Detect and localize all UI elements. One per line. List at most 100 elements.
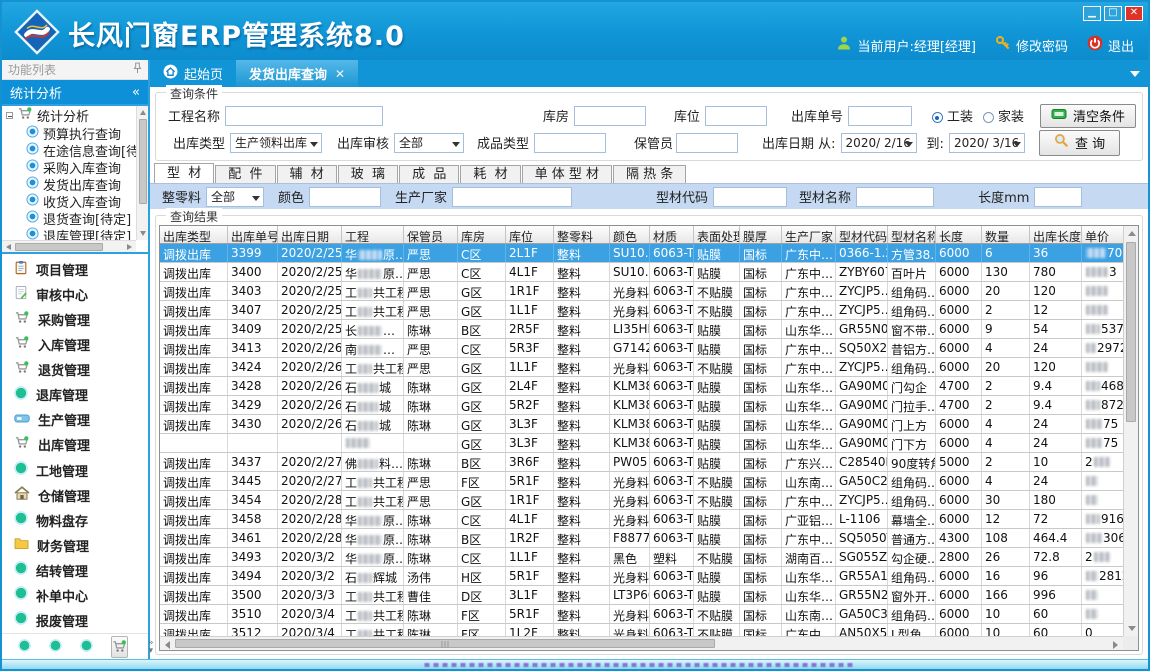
column-header-11[interactable]: 膜厚 [740,226,782,243]
tab-close-icon[interactable]: ✕ [335,67,345,81]
out-type-select[interactable]: 生产领料出库 [230,133,322,153]
column-header-2[interactable]: 出库日期 [278,226,342,243]
cart-toolbar-button[interactable] [111,636,128,658]
material-tab-0[interactable]: 型 材 [154,163,214,183]
table-row[interactable]: 调拨出库34032020/2/25工共工程严思G区1R1F整料光身料6063-T… [160,282,1123,301]
table-row[interactable]: 调拨出库35122020/3/4工共工程陈琳F区1L2F整料光身料6063-T5… [160,624,1123,636]
sidebar-module-11[interactable]: 财务管理 [14,536,148,555]
table-row[interactable]: 调拨出库34942020/3/2石辉城汤伟H区5R1F整料光身料6063-T5贴… [160,567,1123,586]
material-tab-6[interactable]: 单 体 型 材 [522,165,612,183]
sidebar-module-3[interactable]: 入库管理 [14,335,148,354]
product-type-input[interactable] [534,133,606,153]
sidebar-module-1[interactable]: 审核中心 [14,285,148,304]
order-no-input[interactable] [848,106,912,126]
column-header-10[interactable]: 表面处理 [694,226,740,243]
collapse-icon[interactable]: « [132,85,140,100]
column-header-4[interactable]: 保管员 [404,226,458,243]
date-from-select[interactable]: 2020/ 2/16 [841,133,917,153]
sidebar-module-13[interactable]: 补单中心 [14,586,148,605]
profile-code-input[interactable] [713,187,787,207]
tree-item-6[interactable]: 退库管理[待定] [2,227,136,240]
tree-vertical-scrollbar[interactable] [136,106,148,240]
sidebar-module-8[interactable]: 工地管理 [14,461,148,480]
column-header-18[interactable]: 单价 [1082,226,1123,243]
green-dot-icon[interactable] [49,637,62,656]
tree-item-0[interactable]: 预算执行查询 [2,125,136,142]
table-row[interactable]: 调拨出库34282020/2/26石城陈琳G区2L4F整料KLM38176063… [160,377,1123,396]
table-row[interactable]: 调拨出库34072020/2/25工共工程严思G区1L1F整料光身料6063-T… [160,301,1123,320]
change-password-button[interactable]: 修改密码 [995,35,1068,55]
table-row[interactable]: 调拨出库34372020/2/27佛料…陈琳B区3R6F整料PW056063-T… [160,453,1123,472]
sidebar-module-9[interactable]: 仓储管理 [14,486,148,505]
tree-item-3[interactable]: 发货出库查询 [2,176,136,193]
clear-conditions-button[interactable]: 清空条件 [1040,104,1136,128]
sidebar-module-0[interactable]: 项目管理 [14,260,148,279]
tree-horizontal-scrollbar[interactable] [2,240,136,252]
column-header-5[interactable]: 库房 [458,226,506,243]
warehouse-input[interactable] [574,106,646,126]
project-name-input[interactable] [225,106,383,126]
sidebar-module-12[interactable]: 结转管理 [14,561,148,580]
sidebar-module-6[interactable]: 生产管理 [14,410,148,429]
table-row[interactable]: 调拨出库34582020/2/28华原…陈琳C区4L1F整料光身料6063-T5… [160,510,1123,529]
column-header-3[interactable]: 工程 [342,226,404,243]
table-row[interactable]: 调拨出库34542020/2/28工共工程严思G区1R1F整料光身料6063-T… [160,491,1123,510]
column-header-14[interactable]: 型材名称 [888,226,936,243]
tree-item-4[interactable]: 收货入库查询 [2,193,136,210]
location-input[interactable] [705,106,767,126]
material-tab-4[interactable]: 成 品 [399,165,459,183]
column-header-15[interactable]: 长度 [936,226,982,243]
column-header-17[interactable]: 出库长度 [1030,226,1082,243]
keeper-input[interactable] [676,133,738,153]
search-button[interactable]: 查 询 [1039,130,1120,156]
table-vertical-scrollbar[interactable] [1123,226,1138,636]
material-tab-3[interactable]: 玻 璃 [338,165,398,183]
minimize-icon[interactable]: ▁ [1083,6,1101,21]
tree-item-2[interactable]: 采购入库查询 [2,159,136,176]
table-row[interactable]: 调拨出库35002020/3/3工共工程曹佳D区3L1F整料LT3P606063… [160,586,1123,605]
sidebar-module-4[interactable]: 退货管理 [14,360,148,379]
column-header-1[interactable]: 出库单号 [228,226,278,243]
sidebar-module-2[interactable]: 采购管理 [14,310,148,329]
table-row[interactable]: 调拨出库34132020/2/26南…严思C区5R3F整料G714226063-… [160,339,1123,358]
table-row[interactable]: 调拨出库35102020/3/4工共工程陈琳F区5R1F整料光身料6063-T5… [160,605,1123,624]
tree-item-5[interactable]: 退货查询[待定] [2,210,136,227]
green-dot-icon[interactable] [80,637,93,656]
audit-select[interactable]: 全部 [394,133,464,153]
radio-industrial[interactable]: 工装 [932,106,973,125]
batch-select[interactable]: 全部 [206,187,264,207]
profile-name-input[interactable] [856,187,934,207]
tree-root[interactable]: 统计分析 [2,106,136,125]
tab-outbound-query[interactable]: 发货出库查询 ✕ [236,60,358,87]
pin-icon[interactable] [133,62,142,77]
column-header-6[interactable]: 库位 [506,226,554,243]
column-header-9[interactable]: 材质 [650,226,694,243]
maximize-icon[interactable]: □ [1104,6,1122,21]
tree-expander-icon[interactable] [6,112,13,119]
stats-panel-header[interactable]: 统计分析 « [2,80,148,104]
material-tab-7[interactable]: 隔 热 条 [613,165,686,183]
table-row[interactable]: 调拨出库34002020/2/25华原…严思C区4L1F整料SU10…6063-… [160,263,1123,282]
column-header-7[interactable]: 整零料 [554,226,610,243]
column-header-12[interactable]: 生产厂家 [782,226,836,243]
close-icon[interactable]: ✕ [1125,6,1143,21]
tab-list-dropdown-icon[interactable] [1130,71,1140,77]
material-tab-5[interactable]: 耗 材 [460,165,520,183]
tab-home[interactable]: 起始页 [150,60,236,87]
table-row[interactable]: 调拨出库34292020/2/26石城陈琳G区5R2F整料KLM38176063… [160,396,1123,415]
table-row[interactable]: 调拨出库34242020/2/26工共工程严思G区1L1F整料光身料6063-T… [160,358,1123,377]
table-row[interactable]: 调拨出库34612020/2/28华原…陈琳B区1R2F整料F8877FT606… [160,529,1123,548]
table-row[interactable]: G区3L3F整料KLM38176063-T5贴膜国标山东华…GA90M09…门下… [160,434,1123,453]
date-to-select[interactable]: 2020/ 3/16 [949,133,1025,153]
tree-item-1[interactable]: 在途信息查询[待 [2,142,136,159]
radio-home[interactable]: 家装 [983,106,1024,125]
table-row[interactable]: 调拨出库34302020/2/26石城陈琳G区3L3F整料KLM38176063… [160,415,1123,434]
sidebar-module-10[interactable]: 物料盘存 [14,511,148,530]
column-header-8[interactable]: 颜色 [610,226,650,243]
column-header-0[interactable]: 出库类型 [160,226,228,243]
material-tab-2[interactable]: 辅 材 [277,165,337,183]
vendor-input[interactable] [452,187,572,207]
sidebar-module-5[interactable]: 退库管理 [14,385,148,404]
column-header-13[interactable]: 型材代码 [836,226,888,243]
table-row[interactable]: 调拨出库33992020/2/25华原…严思C区2L1F整料SU10…6063-… [160,244,1123,263]
